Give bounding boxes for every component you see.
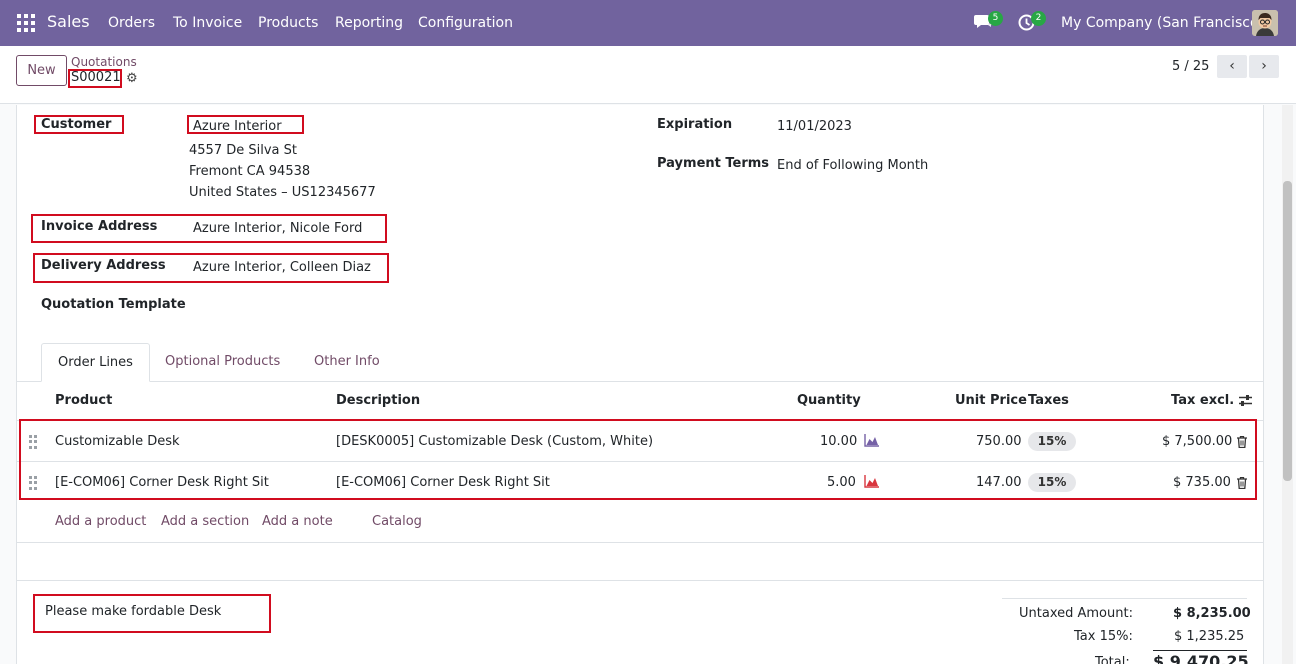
menu-orders[interactable]: Orders: [108, 15, 155, 31]
total-label: Total:: [1095, 655, 1130, 664]
tax-value: $ 1,235.25: [1174, 629, 1245, 644]
breadcrumb-quotations[interactable]: Quotations: [71, 55, 137, 69]
untaxed-amount-value: $ 8,235.00: [1173, 606, 1251, 621]
app-name[interactable]: Sales: [47, 12, 90, 31]
scrollbar-thumb[interactable]: [1283, 181, 1292, 481]
column-header-description[interactable]: Description: [336, 393, 420, 408]
company-switcher[interactable]: My Company (San Francisco): [1061, 15, 1264, 31]
quotation-template-label: Quotation Template: [41, 297, 186, 312]
pager-previous-button[interactable]: ‹: [1217, 55, 1247, 78]
tab-order-lines[interactable]: Order Lines: [41, 343, 150, 382]
expiration-field[interactable]: 11/01/2023: [777, 119, 852, 134]
tab-other-info[interactable]: Other Info: [298, 343, 396, 382]
activities-badge: 2: [1031, 11, 1046, 26]
column-header-quantity[interactable]: Quantity: [797, 393, 861, 408]
payment-terms-field[interactable]: End of Following Month: [777, 158, 928, 173]
optional-columns-icon[interactable]: [1238, 394, 1253, 411]
highlight-box-delivery-address: [33, 253, 389, 283]
untaxed-amount-label: Untaxed Amount:: [1019, 606, 1133, 621]
pager-value[interactable]: 5 / 25: [1172, 59, 1209, 74]
payment-terms-label: Payment Terms: [657, 156, 770, 171]
tab-optional-products[interactable]: Optional Products: [149, 343, 296, 382]
customer-address-line2: Fremont CA 94538: [189, 164, 311, 179]
pager-next-button[interactable]: ›: [1249, 55, 1279, 78]
menu-products[interactable]: Products: [258, 15, 318, 31]
column-header-product[interactable]: Product: [55, 393, 112, 408]
total-separator: [1153, 650, 1247, 651]
scrollbar[interactable]: [1282, 105, 1293, 664]
highlight-box-customer-field: [187, 115, 304, 134]
user-avatar[interactable]: [1252, 10, 1278, 36]
highlight-box-order-lines: [19, 419, 1257, 500]
add-section-link[interactable]: Add a section: [161, 514, 249, 529]
customer-address-line3: United States – US12345677: [189, 185, 376, 200]
menu-configuration[interactable]: Configuration: [418, 15, 513, 31]
column-header-unit-price[interactable]: Unit Price: [955, 393, 1027, 408]
messages-badge: 5: [988, 11, 1003, 26]
section-separator: [17, 580, 1264, 581]
add-note-link[interactable]: Add a note: [262, 514, 333, 529]
table-footer-separator: [17, 542, 1264, 543]
highlight-box-invoice-address: [31, 214, 387, 243]
control-panel: New Quotations S00021 ⚙ 5 / 25 ‹ ›: [0, 46, 1296, 104]
app-grid-icon[interactable]: [17, 14, 35, 32]
highlight-box-note: [33, 594, 271, 633]
total-value: $ 9,470.25: [1153, 652, 1249, 664]
add-product-link[interactable]: Add a product: [55, 514, 146, 529]
expiration-label: Expiration: [657, 117, 733, 132]
customer-address-line1: 4557 De Silva St: [189, 143, 297, 158]
highlight-box-reference: [68, 69, 122, 88]
column-header-tax-excl[interactable]: Tax excl.: [1171, 393, 1234, 408]
gear-icon[interactable]: ⚙: [126, 71, 138, 86]
totals-top-border: [1002, 598, 1247, 599]
tax-label: Tax 15%:: [1074, 629, 1133, 644]
column-header-taxes[interactable]: Taxes: [1028, 393, 1069, 408]
catalog-link[interactable]: Catalog: [372, 514, 422, 529]
menu-reporting[interactable]: Reporting: [335, 15, 403, 31]
top-navbar: Sales Orders To Invoice Products Reporti…: [0, 0, 1296, 46]
highlight-box-customer-label: [34, 115, 124, 134]
new-button[interactable]: New: [16, 55, 67, 86]
menu-to-invoice[interactable]: To Invoice: [173, 15, 242, 31]
